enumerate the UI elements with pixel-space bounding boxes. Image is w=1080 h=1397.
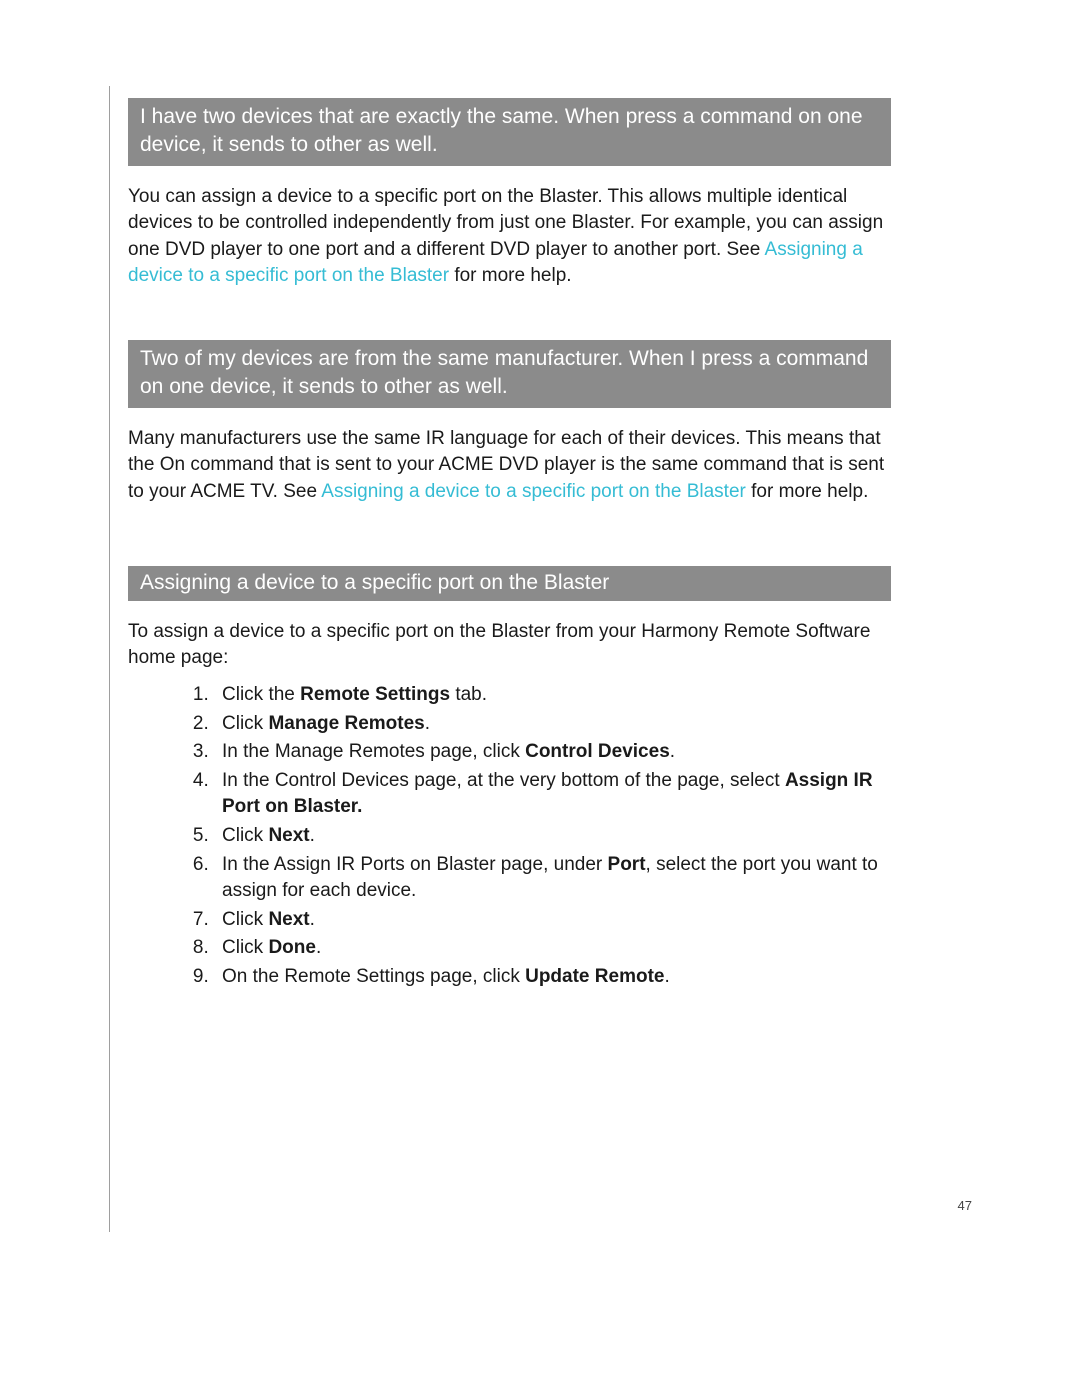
step-7: Click Next. xyxy=(214,907,891,934)
faq-heading-identical-devices: I have two devices that are exactly the … xyxy=(128,98,891,166)
step-text: . xyxy=(670,741,675,762)
step-3: In the Manage Remotes page, click Contro… xyxy=(214,739,891,766)
link-assign-port-2[interactable]: Assigning a device to a specific port on… xyxy=(321,481,746,502)
faq-heading-same-manufacturer: Two of my devices are from the same manu… xyxy=(128,340,891,408)
step-5: Click Next. xyxy=(214,823,891,850)
page-content: I have two devices that are exactly the … xyxy=(128,98,891,993)
step-9: On the Remote Settings page, click Updat… xyxy=(214,964,891,991)
step-bold: Next xyxy=(268,909,309,930)
faq-body-identical-devices: You can assign a device to a specific po… xyxy=(128,184,891,290)
heading-assigning-device: Assigning a device to a specific port on… xyxy=(128,566,891,601)
step-bold: Manage Remotes xyxy=(268,713,424,734)
step-text: In the Manage Remotes page, click xyxy=(222,741,525,762)
step-text: Click xyxy=(222,937,268,958)
step-text: . xyxy=(664,966,669,987)
step-2: Click Manage Remotes. xyxy=(214,711,891,738)
body-text: for more help. xyxy=(449,265,572,286)
step-bold: Next xyxy=(268,825,309,846)
page-number: 47 xyxy=(958,1198,972,1213)
left-margin-rule xyxy=(109,86,110,1232)
faq-body-same-manufacturer: Many manufacturers use the same IR langu… xyxy=(128,426,891,506)
body-text: for more help. xyxy=(746,481,869,502)
step-text: . xyxy=(310,909,315,930)
step-text: tab. xyxy=(450,684,487,705)
step-text: . xyxy=(310,825,315,846)
step-text: Click the xyxy=(222,684,300,705)
step-text: . xyxy=(425,713,430,734)
step-text: Click xyxy=(222,825,268,846)
intro-assigning-device: To assign a device to a specific port on… xyxy=(128,619,891,672)
step-bold: Control Devices xyxy=(525,741,670,762)
step-text: Click xyxy=(222,909,268,930)
step-1: Click the Remote Settings tab. xyxy=(214,682,891,709)
step-text: Click xyxy=(222,713,268,734)
step-8: Click Done. xyxy=(214,935,891,962)
step-bold: Done xyxy=(268,937,316,958)
step-bold: Remote Settings xyxy=(300,684,450,705)
step-text: In the Control Devices page, at the very… xyxy=(222,770,785,791)
document-page: I have two devices that are exactly the … xyxy=(0,0,1080,1397)
step-bold: Update Remote xyxy=(525,966,664,987)
step-text: On the Remote Settings page, click xyxy=(222,966,525,987)
steps-list: Click the Remote Settings tab. Click Man… xyxy=(128,682,891,991)
step-bold: Port xyxy=(608,854,646,875)
step-text: In the Assign IR Ports on Blaster page, … xyxy=(222,854,608,875)
step-6: In the Assign IR Ports on Blaster page, … xyxy=(214,852,891,905)
step-4: In the Control Devices page, at the very… xyxy=(214,768,891,821)
step-text: . xyxy=(316,937,321,958)
